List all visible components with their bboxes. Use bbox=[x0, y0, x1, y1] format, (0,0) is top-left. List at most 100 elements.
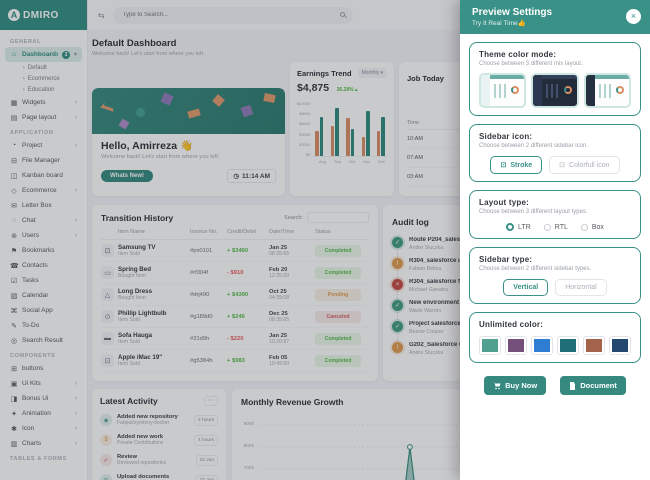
theme-option-light[interactable] bbox=[479, 73, 526, 108]
xtick-label: Dec bbox=[378, 159, 385, 164]
sidebar-item-charts[interactable]: ▥Charts› bbox=[5, 436, 82, 451]
sidebar-item-ecommerce[interactable]: ◇Ecommerce› bbox=[5, 183, 82, 198]
earnings-trend-card: Earnings Trend Monthly ▾ $4,875 36.28% ▴… bbox=[290, 62, 394, 196]
earnings-period-dropdown[interactable]: Monthly ▾ bbox=[358, 68, 387, 78]
sidebar-item-project[interactable]: ◔Project› bbox=[5, 138, 82, 153]
success-icon: ✓ bbox=[392, 300, 403, 311]
xtick-label: Sep bbox=[334, 159, 341, 164]
sidebar-type-option-vertical[interactable]: Vertical bbox=[503, 279, 548, 296]
radio-icon bbox=[544, 224, 551, 231]
search-box bbox=[113, 7, 353, 24]
sidebar-item-calendar[interactable]: ▧Calendar bbox=[5, 288, 82, 303]
banner-art bbox=[92, 88, 285, 134]
chevron-icon: › bbox=[75, 143, 77, 149]
item-type: Item Sold bbox=[118, 317, 190, 323]
buy-now-button[interactable]: Buy Now bbox=[484, 376, 546, 395]
status-badge: Completed bbox=[315, 267, 361, 279]
sidebar-nav: GENERAL⌂Dashboards3▾DefaultEcommerceEduc… bbox=[0, 30, 87, 464]
sidebar-item-contacts[interactable]: ☎Contacts bbox=[5, 258, 82, 273]
sidebar-item-search-result[interactable]: ◎Search Result bbox=[5, 333, 82, 348]
sidebar-item-kanban-board[interactable]: ◫Kanban board bbox=[5, 168, 82, 183]
sidebar-item-bookmarks[interactable]: ⚑Bookmarks bbox=[5, 243, 82, 258]
status-badge: Completed bbox=[315, 245, 361, 257]
sidebar-type-option-horizontal[interactable]: Horizontal bbox=[555, 279, 607, 296]
search-input[interactable] bbox=[123, 12, 335, 18]
layout-type-title: Layout type: bbox=[479, 198, 631, 207]
dashboards-icon: ⌂ bbox=[10, 51, 18, 58]
sidebar-item-social-app[interactable]: ⌘Social App bbox=[5, 303, 82, 318]
app-logo[interactable]: A DMIRO bbox=[0, 0, 87, 30]
more-menu-icon[interactable]: ⋯ bbox=[204, 396, 218, 406]
chevron-icon: › bbox=[75, 411, 77, 417]
layout-option-ltr[interactable]: LTR bbox=[506, 223, 531, 231]
item-name: Spring Bed bbox=[118, 266, 190, 273]
document-button[interactable]: Document bbox=[560, 376, 626, 395]
status-badge: Completed bbox=[315, 355, 361, 367]
sidebar-icon-option-stroke[interactable]: ⊡Stroke bbox=[490, 156, 542, 174]
amount: + $983 bbox=[227, 358, 269, 364]
transition-search-input[interactable] bbox=[307, 212, 369, 223]
activity-time-chip: 4 hours bbox=[194, 435, 218, 446]
color-swatch-4[interactable] bbox=[557, 336, 579, 355]
column-header: Date/Time bbox=[269, 229, 315, 235]
sidebar-item-buttons[interactable]: ⊞buttons bbox=[5, 361, 82, 376]
color-swatch-2[interactable] bbox=[505, 336, 527, 355]
ytick-label: $4000 bbox=[297, 132, 310, 137]
sofa-hauga-icon: ▬ bbox=[101, 332, 114, 345]
sidebar-subitem-education[interactable]: Education bbox=[5, 84, 82, 95]
bar bbox=[315, 131, 319, 156]
color-swatch-1[interactable] bbox=[479, 336, 501, 355]
sidebar-item-animation[interactable]: ✦Animation› bbox=[5, 406, 82, 421]
close-icon[interactable]: × bbox=[626, 9, 641, 24]
item-type: Item Sold bbox=[118, 339, 190, 345]
theme-option-dark[interactable] bbox=[531, 73, 578, 108]
chevron-icon: › bbox=[75, 381, 77, 387]
sidebar-item-label: Contacts bbox=[22, 262, 77, 269]
sidebar-item-page-layout[interactable]: ▤Page layout› bbox=[5, 110, 82, 125]
menu-toggle-icon[interactable]: ⇆ bbox=[98, 11, 105, 20]
sidebar-subitem-ecommerce[interactable]: Ecommerce bbox=[5, 73, 82, 84]
sidebar-subitem-default[interactable]: Default bbox=[5, 62, 82, 73]
sidebar-item-bonus-ui[interactable]: ◨Bonus Ui› bbox=[5, 391, 82, 406]
added-new-repository-icon: ◈ bbox=[100, 414, 112, 426]
color-swatch-6[interactable] bbox=[609, 336, 631, 355]
whats-new-button[interactable]: Whats New! bbox=[101, 170, 153, 182]
sidebar-item-icon[interactable]: ✱Icon› bbox=[5, 421, 82, 436]
widgets-icon: ▦ bbox=[10, 99, 18, 107]
letter-box-icon: ✉ bbox=[10, 202, 18, 210]
color-swatch-3[interactable] bbox=[531, 336, 553, 355]
sidebar-item-widgets[interactable]: ▦Widgets› bbox=[5, 95, 82, 110]
layout-option-rtl[interactable]: RTL bbox=[544, 223, 568, 231]
xtick-label: Aug bbox=[319, 159, 326, 164]
bar bbox=[377, 131, 381, 156]
status-badge: Canceled bbox=[315, 311, 361, 323]
bar-group bbox=[362, 106, 370, 156]
search-icon[interactable] bbox=[340, 12, 345, 17]
color-swatch-5[interactable] bbox=[583, 336, 605, 355]
time: 10:49:50 bbox=[269, 361, 315, 367]
sidebar-item-dashboards[interactable]: ⌂Dashboards3▾ bbox=[5, 47, 82, 62]
xtick-label: Oct bbox=[349, 159, 355, 164]
sidebar-icon-option-colorfull-icon[interactable]: ⊡Colorfull icon bbox=[549, 156, 619, 174]
sidebar-item-chat[interactable]: ◌Chat› bbox=[5, 213, 82, 228]
table-row: ▬Sofa HaugaItem Sold#31d9h- $220Jan 2510… bbox=[101, 328, 369, 350]
bar bbox=[381, 117, 385, 157]
table-row: ⊡Apple iMac 19"Item Sold#g5384h+ $983Feb… bbox=[101, 350, 369, 372]
sidebar-item-tasks[interactable]: ☑Tasks bbox=[5, 273, 82, 288]
sidebar-item-to-do[interactable]: ✎To-Do bbox=[5, 318, 82, 333]
sidebar-item-letter-box[interactable]: ✉Letter Box bbox=[5, 198, 82, 213]
chevron-icon: › bbox=[75, 188, 77, 194]
time: 12:35:00 bbox=[269, 273, 315, 279]
transition-table-head: Item NameInvoice No.Credit/DebitDate/Tim… bbox=[101, 229, 369, 240]
page-subtitle: Welcome back! Let's start from where you… bbox=[92, 51, 205, 57]
sidebar-item-label: Bookmarks bbox=[22, 247, 77, 254]
sidebar-item-file-manager[interactable]: ⊟File Manager bbox=[5, 153, 82, 168]
layout-option-box[interactable]: Box bbox=[581, 223, 604, 231]
cart-icon bbox=[493, 382, 501, 390]
sidebar-item-users[interactable]: ⊚Users› bbox=[5, 228, 82, 243]
social-app-icon: ⌘ bbox=[10, 307, 18, 315]
revenue-title: Monthly Revenue Growth bbox=[241, 397, 343, 407]
sidebar-item-ui-kits[interactable]: ▣Ui Kits› bbox=[5, 376, 82, 391]
theme-option-mix[interactable] bbox=[584, 73, 631, 108]
ytick-label: $6000 bbox=[297, 121, 310, 126]
